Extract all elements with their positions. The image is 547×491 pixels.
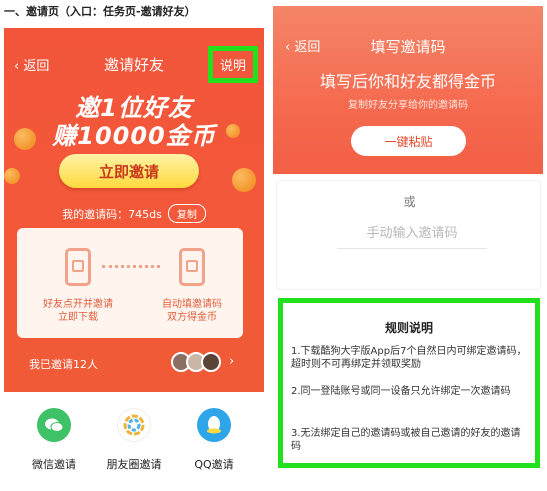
rules-card: 规则说明 1.下载酷狗大字版App后7个自然日内可绑定邀请码，超时则不可再绑定并… [278, 298, 540, 468]
step-1-text: 好友点开并邀请 立即下载 [33, 298, 123, 324]
rule-item: 3.无法绑定自己的邀请码或被自己邀请的好友的邀请码 [291, 428, 521, 452]
invite-page: ‹ 返回 邀请好友 说明 邀1位好友 赚10000金币 立即邀请 我的邀请码：7… [4, 28, 264, 491]
invited-avatars[interactable] [171, 352, 221, 372]
qq-icon [197, 408, 231, 442]
invite-hero: ‹ 返回 邀请好友 说明 邀1位好友 赚10000金币 立即邀请 我的邀请码：7… [4, 28, 264, 392]
wechat-icon [37, 408, 71, 442]
fill-code-hero: ‹ 返回 填写邀请码 填写后你和好友都得金币 复制好友分享给你的邀请码 一键粘贴 [273, 6, 543, 174]
headline: 填写后你和好友都得金币 [319, 72, 496, 91]
rule-item: 1.下载酷狗大字版App后7个自然日内可绑定邀请码，超时则不可再绑定并领取奖励 [291, 346, 527, 370]
step-2-line2: 双方得金币 [167, 312, 217, 323]
avatar [201, 352, 221, 372]
explain-button[interactable]: 说明 [208, 46, 258, 83]
share-wechat-button[interactable]: 微信邀请 [19, 408, 89, 472]
dotted-connector [102, 265, 160, 268]
rules-title: 规则说明 [384, 321, 433, 335]
coin-decoration [4, 168, 20, 184]
copy-button[interactable]: 复制 [167, 204, 206, 223]
share-qq-button[interactable]: QQ邀请 [179, 408, 249, 472]
step-1-line1: 好友点开并邀请 [43, 299, 113, 310]
moments-icon [117, 408, 151, 442]
phone-icon [65, 248, 91, 286]
share-moments-button[interactable]: 朋友圈邀请 [99, 408, 169, 472]
invited-count: 我已邀请12人 [29, 358, 98, 371]
coin-decoration [232, 168, 256, 192]
manual-input-card: 或 [276, 180, 541, 290]
page-title: 填写邀请码 [370, 38, 446, 56]
invite-code-input[interactable] [337, 219, 487, 249]
share-wechat-label: 微信邀请 [32, 458, 76, 471]
section-heading: 一、邀请页（入口：任务页-邀请好友） [4, 5, 196, 18]
invite-now-button[interactable]: 立即邀请 [59, 154, 199, 188]
my-invite-code-row: 我的邀请码：745ds 复制 [4, 204, 264, 223]
chevron-right-icon[interactable]: › [229, 354, 234, 369]
steps-card: 好友点开并邀请 立即下载 自动填邀请码 双方得金币 [17, 228, 243, 338]
phone-coin-icon [179, 248, 205, 286]
step-1-line2: 立即下载 [58, 312, 98, 323]
step-2-line1: 自动填邀请码 [162, 299, 222, 310]
share-qq-label: QQ邀请 [194, 458, 234, 471]
slogan-line2: 赚10000金币 [52, 122, 216, 150]
paste-button[interactable]: 一键粘贴 [351, 126, 466, 156]
or-label: 或 [403, 195, 416, 209]
share-moments-label: 朋友圈邀请 [106, 458, 162, 471]
step-2-text: 自动填邀请码 双方得金币 [147, 298, 237, 324]
my-invite-code: 我的邀请码：745ds [62, 207, 162, 221]
share-row: 微信邀请 朋友圈邀请 QQ邀请 [4, 408, 264, 488]
subline: 复制好友分享给你的邀请码 [348, 100, 468, 111]
rule-item: 2.同一登陆账号或同一设备只允许绑定一次邀请码 [291, 386, 511, 397]
